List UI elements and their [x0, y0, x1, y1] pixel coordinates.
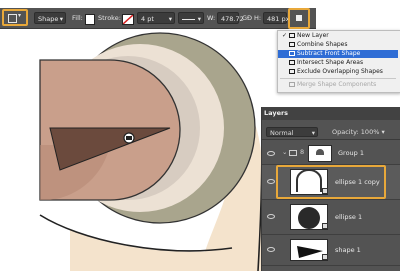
blend-mode-value: Normal — [270, 129, 294, 137]
menu-item-label: New Layer — [297, 32, 329, 39]
visibility-eye-icon[interactable] — [267, 214, 275, 219]
visibility-eye-icon[interactable] — [267, 247, 275, 252]
width-value: 478.72 — [221, 15, 244, 23]
stroke-type-select[interactable]: ▾ — [178, 12, 204, 24]
shape-tool-picker[interactable]: ▾ — [2, 9, 28, 26]
combine-shapes-icon — [289, 42, 295, 47]
menu-item-label: Combine Shapes — [297, 41, 348, 48]
chevron-down-icon: ▾ — [168, 15, 172, 23]
tool-mode-select[interactable]: Shape ▾ — [34, 12, 66, 24]
link-icon: 8 — [300, 148, 305, 156]
menu-item-merge-shape-components: Merge Shape Components — [278, 81, 398, 89]
merge-shape-components-icon — [289, 82, 295, 87]
menu-item-combine-shapes[interactable]: Combine Shapes — [278, 41, 398, 49]
checkmark-icon: ✓ — [282, 32, 288, 39]
opacity-control[interactable]: Opacity: 100% ▾ — [332, 127, 385, 137]
link-dimensions-icon[interactable]: GĐ — [242, 12, 252, 24]
intersect-shape-areas-icon — [289, 60, 295, 65]
height-label: H: — [254, 14, 262, 22]
height-field[interactable]: 481 px — [263, 12, 290, 24]
layer-row-shape-1[interactable]: shape 1 — [262, 235, 400, 266]
layer-name[interactable]: ellipse 1 — [335, 213, 362, 221]
path-operations-button[interactable] — [288, 8, 310, 29]
chevron-down-icon: ▾ — [379, 128, 385, 136]
opacity-value[interactable]: 100% — [361, 128, 380, 136]
chevron-down-icon: ▾ — [311, 129, 315, 137]
visibility-eye-icon[interactable] — [267, 151, 275, 156]
path-operations-icon — [296, 15, 302, 21]
stroke-label: Stroke: — [98, 14, 121, 22]
layers-panel-header: Layers — [262, 107, 400, 120]
height-value: 481 px — [267, 15, 290, 23]
selected-layer-highlight — [276, 165, 386, 199]
folder-icon — [289, 150, 297, 156]
layer-row-ellipse-1[interactable]: ellipse 1 — [262, 200, 400, 235]
stroke-width-value: 4 pt — [141, 15, 154, 23]
stroke-width-field[interactable]: 4 pt ▾ — [137, 12, 175, 24]
layer-row-group-1[interactable]: ⌄ 8 Group 1 — [262, 142, 400, 165]
options-bar: ▾ Shape ▾ Fill: Stroke: 4 pt ▾ ▾ W: 478.72… — [0, 8, 316, 29]
menu-item-label: Merge Shape Components — [297, 81, 377, 88]
menu-item-exclude-overlapping-shapes[interactable]: Exclude Overlapping Shapes — [278, 68, 398, 76]
subtract-front-shape-icon — [289, 51, 295, 56]
chevron-down-icon: ▾ — [59, 15, 63, 23]
menu-item-intersect-shape-areas[interactable]: Intersect Shape Areas — [278, 59, 398, 67]
rectangle-icon — [8, 14, 17, 23]
opacity-label: Opacity: — [332, 128, 359, 136]
visibility-eye-icon[interactable] — [267, 179, 275, 184]
fill-label: Fill: — [72, 14, 83, 22]
tool-mode-value: Shape — [38, 15, 59, 23]
new-layer-icon — [289, 33, 295, 38]
menu-item-new-layer[interactable]: ✓ New Layer — [278, 32, 398, 40]
blend-mode-select[interactable]: Normal ▾ — [266, 127, 318, 137]
stroke-swatch[interactable] — [122, 14, 134, 25]
exclude-overlapping-shapes-icon — [289, 69, 295, 74]
menu-item-label: Exclude Overlapping Shapes — [297, 68, 383, 75]
width-field[interactable]: 478.72 — [217, 12, 244, 24]
shape-layer-badge-icon — [322, 223, 328, 229]
expand-chevron-icon[interactable]: ⌄ — [282, 148, 287, 156]
menu-item-label: Subtract Front Shape — [297, 50, 361, 57]
tab-layers[interactable]: Layers — [264, 109, 288, 117]
line-style-icon — [182, 18, 195, 20]
menu-item-subtract-front-shape[interactable]: Subtract Front Shape — [278, 50, 398, 58]
layer-name[interactable]: shape 1 — [335, 246, 361, 254]
chevron-down-icon: ▾ — [197, 15, 201, 23]
layers-options-bar: Normal ▾ Opacity: 100% ▾ — [262, 125, 400, 140]
layer-mask-thumbnail — [308, 145, 332, 162]
path-operations-menu: ✓ New Layer Combine Shapes Subtract Front… — [277, 30, 400, 93]
fill-swatch[interactable] — [85, 14, 95, 25]
width-label: W: — [207, 14, 216, 22]
chevron-down-icon: ▾ — [18, 12, 22, 19]
menu-divider — [280, 78, 396, 79]
layer-name[interactable]: Group 1 — [338, 149, 364, 157]
menu-item-label: Intersect Shape Areas — [297, 59, 364, 66]
shape-layer-badge-icon — [322, 254, 328, 260]
